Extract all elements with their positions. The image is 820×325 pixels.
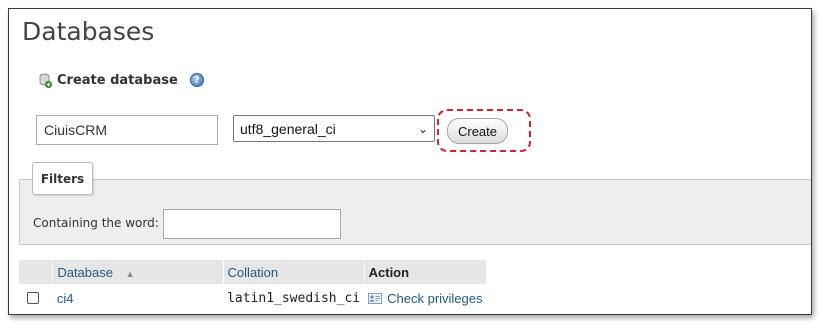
- header-action: Action: [364, 260, 488, 284]
- create-database-label: Create database: [57, 72, 178, 88]
- phpmyadmin-frame: Databases Create database ? utf8_general…: [8, 8, 812, 315]
- create-database-heading: Create database ?: [39, 71, 204, 89]
- check-privileges-label[interactable]: Check privileges: [387, 291, 482, 306]
- sort-asc-icon[interactable]: ▲: [126, 269, 135, 279]
- row-checkbox[interactable]: [27, 292, 39, 304]
- row-collation-cell: latin1_swedish_ci: [227, 290, 361, 306]
- help-icon[interactable]: ?: [189, 73, 204, 87]
- chevron-down-icon: ⌄: [417, 121, 428, 136]
- table-header-row: Database ▲ Collation Action: [19, 260, 488, 284]
- header-database-label[interactable]: Database: [57, 265, 113, 280]
- row-action-cell: Check privileges: [364, 284, 486, 312]
- collation-selected-value: utf8_general_ci: [240, 120, 336, 137]
- filters-legend: Filters: [32, 162, 93, 195]
- row-check-cell: [19, 284, 53, 312]
- collation-select[interactable]: utf8_general_ci ⌄: [233, 115, 435, 142]
- create-button[interactable]: Create: [447, 118, 508, 144]
- database-add-icon: [39, 73, 52, 88]
- header-collation[interactable]: Collation: [223, 260, 365, 284]
- header-check-cell: [19, 260, 54, 284]
- check-privileges-link[interactable]: Check privileges: [368, 291, 483, 306]
- row-database-cell: ci4: [53, 284, 223, 312]
- privileges-icon: [368, 292, 383, 304]
- header-database[interactable]: Database ▲: [52, 260, 224, 284]
- database-table: Database ▲ Collation Action ci4 latin1_s…: [19, 260, 488, 312]
- page-title: Databases: [22, 17, 155, 46]
- filter-label: Containing the word:: [33, 216, 159, 230]
- filter-input[interactable]: [163, 209, 341, 239]
- table-row: ci4 latin1_swedish_ci Check privileges: [19, 284, 487, 312]
- database-link[interactable]: ci4: [57, 291, 74, 306]
- database-name-input[interactable]: [36, 115, 218, 145]
- filters-fieldset: [19, 179, 811, 245]
